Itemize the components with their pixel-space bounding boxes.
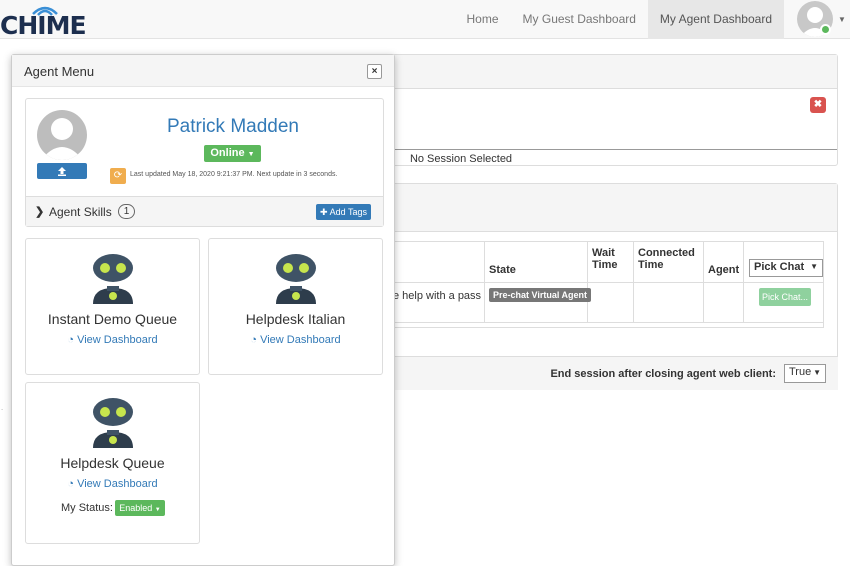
table-row[interactable]: e help with a pass — [393, 282, 485, 322]
add-tags-label: Add Tags — [329, 207, 367, 217]
caret-down-icon: ▼ — [247, 151, 255, 158]
robot-icon — [93, 254, 133, 304]
skills-count-badge: 1 — [118, 204, 135, 219]
col-pick-chat: Pick Chat ▼ — [744, 242, 824, 282]
state-badge: Pre-chat Virtual Agent — [489, 288, 592, 302]
add-tags-button[interactable]: ✚ Add Tags — [316, 204, 371, 220]
pick-chat-select[interactable]: Pick Chat ▼ — [749, 259, 823, 277]
view-dashboard-link[interactable]: ◔ View Dashboard — [26, 478, 199, 490]
queue-name: Instant Demo Queue — [47, 311, 178, 327]
caret-down-icon: ▼ — [154, 507, 161, 513]
view-dashboard-link[interactable]: ◔ View Dashboard — [26, 334, 199, 346]
chats-panel-header — [393, 184, 837, 232]
user-silhouette-icon — [41, 118, 83, 160]
no-session-text: No Session Selected — [409, 153, 513, 165]
table-divider — [393, 322, 823, 323]
chat-wait-cell — [588, 282, 634, 322]
session-panel-body: ✖ — [393, 89, 837, 150]
queue-card-helpdesk-italian: Helpdesk Italian ◔ View Dashboard — [208, 238, 383, 375]
col-agent: Agent — [704, 242, 744, 282]
col-wait-time: Wait Time — [588, 242, 634, 282]
nav-agent-dashboard[interactable]: My Agent Dashboard — [647, 0, 784, 39]
queue-name: Helpdesk Queue — [60, 455, 165, 471]
chat-pick-cell: Pick Chat... — [744, 282, 824, 322]
tachometer-icon: ◔ — [67, 478, 75, 490]
view-dashboard-link[interactable]: ◔ View Dashboard — [209, 334, 382, 346]
queue-status-dropdown[interactable]: Enabled ▼ — [115, 500, 165, 516]
agent-menu-dialog: Agent Menu × Patrick Madden Online ▼ ⟳ L… — [11, 54, 395, 566]
caret-down-icon[interactable]: ▼ — [838, 15, 846, 24]
pick-chat-button[interactable]: Pick Chat... — [759, 288, 811, 306]
chat-agent-cell — [704, 282, 744, 322]
view-dashboard-label: View Dashboard — [77, 334, 158, 346]
session-settings-bar: End session after closing agent web clie… — [392, 356, 838, 390]
online-status-dot — [820, 24, 831, 35]
robot-icon — [276, 254, 316, 304]
col-state: State — [485, 242, 588, 282]
caret-down-icon: ▼ — [810, 262, 818, 271]
nav-links: Home My Guest Dashboard My Agent Dashboa… — [455, 0, 784, 39]
caret-down-icon: ▼ — [813, 368, 821, 377]
view-dashboard-label: View Dashboard — [77, 478, 158, 490]
upload-avatar-button[interactable] — [37, 163, 87, 179]
chat-question: e help with a pass — [393, 290, 482, 302]
agent-menu-title-bar: Agent Menu × — [12, 55, 394, 87]
chevron-right-icon[interactable]: ❯ — [35, 205, 44, 218]
nav-guest-dashboard[interactable]: My Guest Dashboard — [511, 0, 648, 39]
top-navbar: CHIME Home My Guest Dashboard My Agent D… — [0, 0, 850, 40]
queue-card-helpdesk: Helpdesk Queue ◔ View Dashboard My Statu… — [25, 382, 200, 544]
end-session-value: True — [789, 366, 812, 378]
last-updated-text: Last updated May 18, 2020 9:21:37 PM. Ne… — [130, 171, 338, 178]
agent-status-dropdown[interactable]: Online ▼ — [204, 145, 261, 162]
close-icon[interactable]: × — [367, 64, 382, 79]
agent-name: Patrick Madden — [166, 116, 299, 137]
agent-menu-title: Agent Menu — [24, 64, 95, 79]
stray-mark: ˙ — [1, 408, 4, 418]
chat-state-cell: Pre-chat Virtual Agent — [485, 282, 592, 322]
plus-icon: ✚ — [320, 207, 328, 217]
refresh-icon[interactable]: ⟳ — [110, 168, 126, 184]
tachometer-icon: ◔ — [250, 334, 258, 346]
end-session-select[interactable]: True ▼ — [784, 364, 826, 383]
queue-card-instant-demo: Instant Demo Queue ◔ View Dashboard — [25, 238, 200, 375]
pick-chat-select-value: Pick Chat — [754, 261, 805, 273]
session-panel: ✖ No Session Selected — [392, 54, 838, 166]
chat-connected-cell — [634, 282, 704, 322]
upload-icon — [58, 167, 66, 176]
queue-name: Helpdesk Italian — [245, 311, 346, 327]
tachometer-icon: ◔ — [67, 334, 75, 346]
end-session-label: End session after closing agent web clie… — [550, 368, 776, 380]
session-panel-header — [393, 55, 837, 89]
agent-skills-label[interactable]: Agent Skills — [49, 205, 112, 219]
robot-icon — [93, 398, 133, 448]
agent-status-value: Online — [210, 147, 245, 159]
times-icon[interactable]: ✖ — [810, 97, 826, 113]
queue-status-value: Enabled — [119, 503, 153, 513]
agent-profile-card: Patrick Madden Online ▼ ⟳ Last updated M… — [25, 98, 384, 227]
agent-avatar — [37, 110, 87, 160]
agent-skills-bar[interactable]: ❯ Agent Skills 1 ✚ Add Tags — [26, 196, 383, 226]
view-dashboard-label: View Dashboard — [260, 334, 341, 346]
my-status-label: My Status: — [61, 502, 113, 514]
col-connected-time: Connected Time — [634, 242, 704, 282]
nav-home[interactable]: Home — [455, 0, 511, 39]
chats-table: State Wait Time Connected Time Agent Pic… — [392, 241, 824, 328]
logo-text: CHIME — [0, 11, 87, 40]
col-question — [393, 242, 485, 282]
